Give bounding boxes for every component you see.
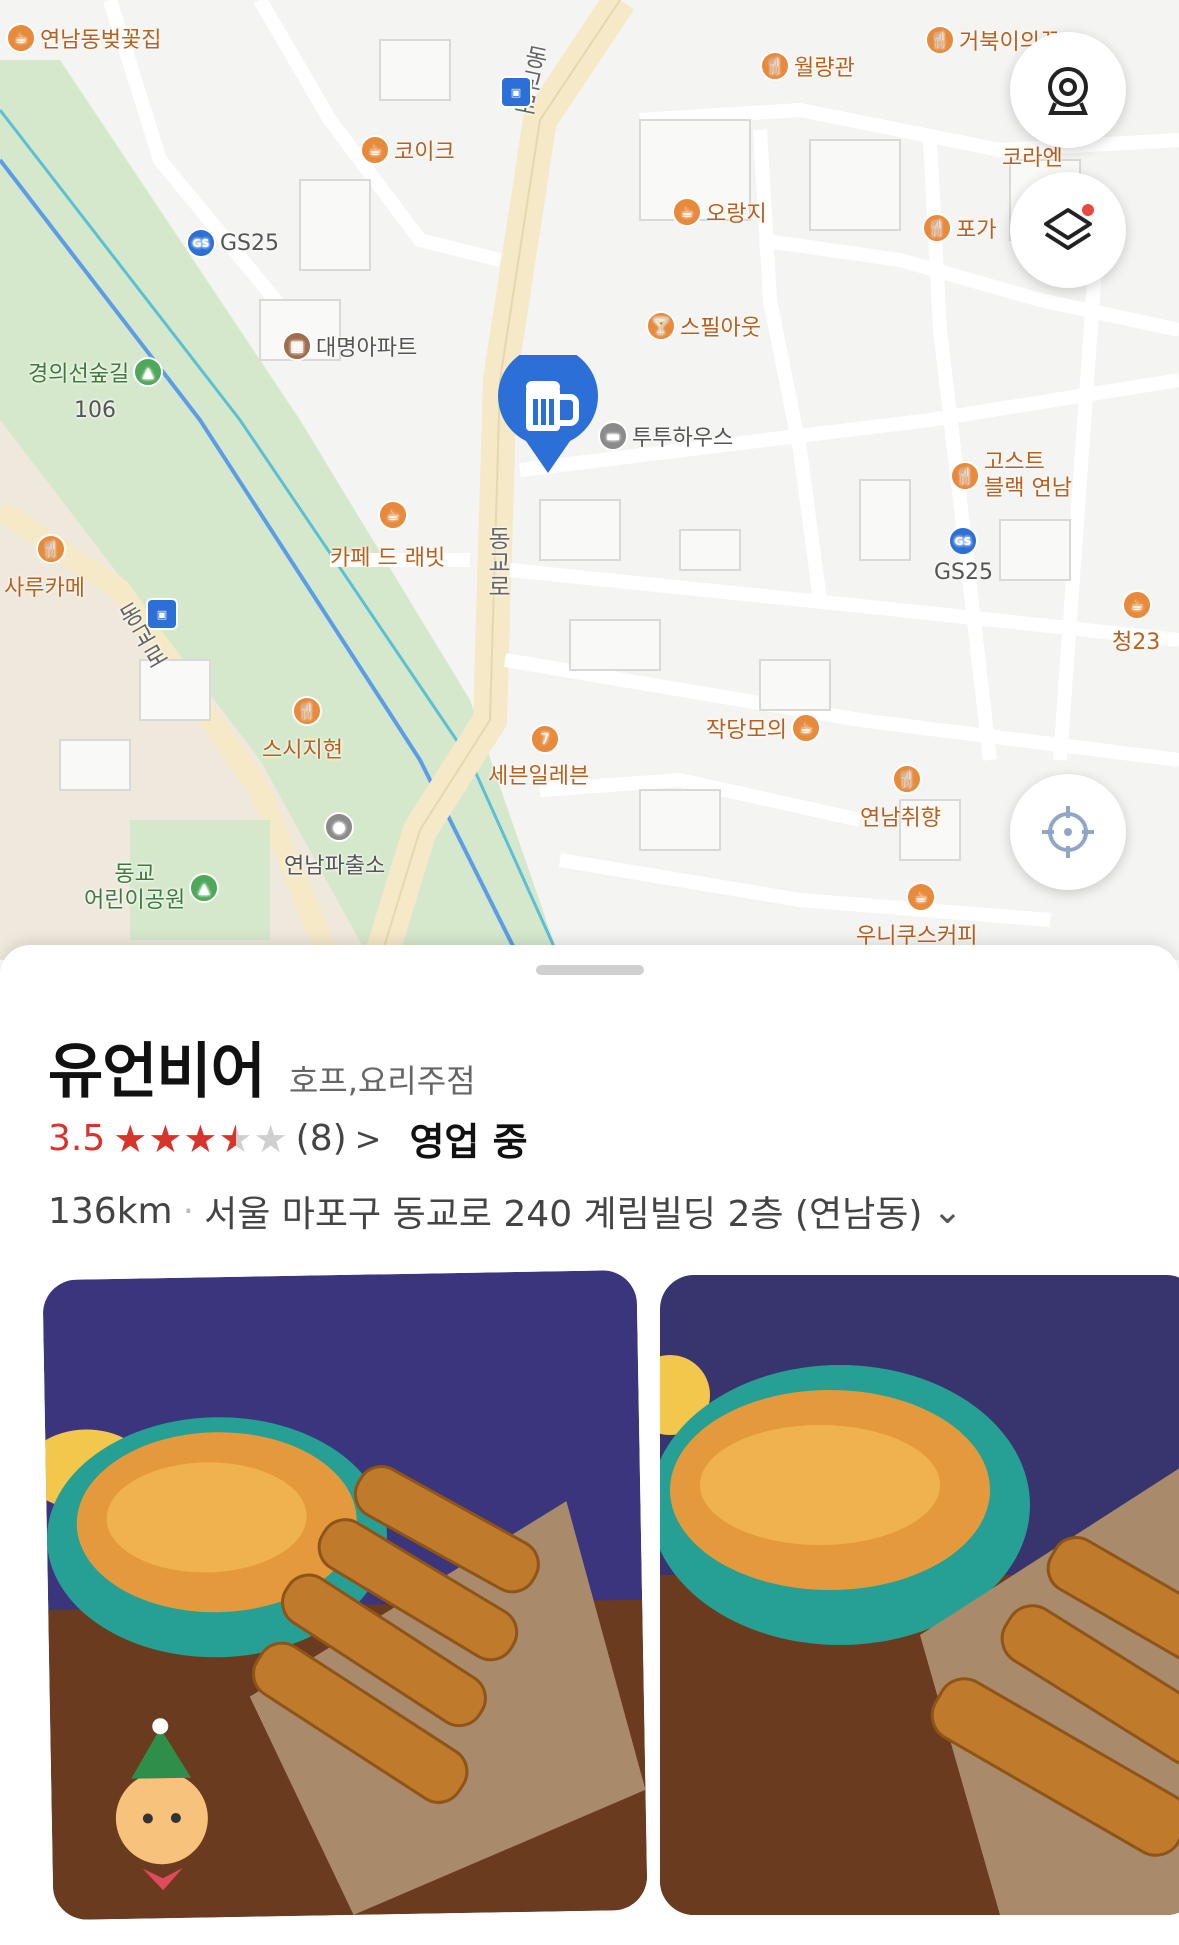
place-bottom-sheet[interactable]: 유언비어 호프,요리주점 3.5 ★ ★ ★ ★ ★ (8) > 영업 중 136km … <box>0 945 1179 1945</box>
restaurant-icon: 🍴 <box>925 25 955 55</box>
cafe-icon: ☕ <box>906 882 936 912</box>
cafe-icon: ☕ <box>378 500 408 530</box>
apartment-icon: ▦ <box>282 331 312 361</box>
convenience-store-icon: 7 <box>530 724 560 754</box>
separator-dot: · <box>182 1190 195 1232</box>
poi-ghost-black[interactable]: 🍴 고스트 블랙 연남 <box>950 450 1072 502</box>
review-count[interactable]: (8) <box>296 1118 347 1159</box>
bus-stop-icon[interactable]: ▣ <box>500 76 532 108</box>
police-icon: ● <box>324 812 354 842</box>
star-icon: ★ <box>113 1116 148 1161</box>
park-icon: ▲ <box>133 357 164 387</box>
chevron-right-icon[interactable]: > <box>355 1120 382 1158</box>
restaurant-icon: 🍴 <box>950 461 980 491</box>
cafe-icon: ☕ <box>672 197 702 227</box>
restaurant-icon: 🍴 <box>760 51 790 81</box>
business-status: 영업 중 <box>409 1120 528 1164</box>
sheet-drag-handle[interactable] <box>536 965 644 975</box>
poi-donggyo-playground[interactable]: 동교 어린이공원 ▲ <box>84 862 220 914</box>
road-label-donggyo: 동교로 <box>483 526 511 598</box>
rating-row[interactable]: 3.5 ★ ★ ★ ★ ★ (8) > 영업 중 <box>48 1111 528 1166</box>
star-icon: ★ <box>218 1116 253 1161</box>
food-photo <box>42 1269 648 1921</box>
layers-button[interactable] <box>1010 172 1126 288</box>
poi-orangji[interactable]: ☕ 오랑지 <box>672 196 767 228</box>
convenience-store-icon: GS <box>186 228 216 258</box>
bar-icon: 🍸 <box>646 311 676 341</box>
address: 서울 마포구 동교로 240 계림빌딩 2층 (연남동) <box>204 1194 923 1235</box>
place-header: 유언비어 호프,요리주점 <box>48 1023 476 1110</box>
locate-me-button[interactable] <box>1010 774 1126 890</box>
crosshair-icon <box>1042 806 1094 858</box>
chevron-down-icon[interactable]: ⌄ <box>932 1191 962 1232</box>
restaurant-icon: 🍴 <box>892 764 922 794</box>
poi-police-station[interactable]: ● 연남파출소 <box>284 812 385 880</box>
distance: 136km <box>48 1190 173 1232</box>
poi-wolryanggwan[interactable]: 🍴 월량관 <box>760 50 855 82</box>
beer-mug-icon[interactable] <box>496 355 600 475</box>
cafe-icon: ☕ <box>790 713 821 743</box>
poi-jakdangmoui[interactable]: 작당모의 ☕ <box>706 712 821 744</box>
cctv-icon <box>1048 67 1088 115</box>
lodging-icon: ▬ <box>598 421 628 451</box>
place-name[interactable]: 유언비어 <box>48 1023 266 1110</box>
star-icon: ★ <box>253 1116 288 1161</box>
poi-spillout[interactable]: 🍸 스필아웃 <box>646 310 761 342</box>
cctv-button[interactable] <box>1010 32 1126 148</box>
restaurant-icon: 🍴 <box>292 696 322 726</box>
poi-cafe-de-rabbit[interactable]: ☕ 카페 드 래빗 <box>330 500 445 572</box>
poi-koike[interactable]: ☕ 코이크 <box>360 134 455 166</box>
poi-gs25-west[interactable]: GS GS25 <box>186 228 279 258</box>
restaurant-icon: 🍴 <box>922 213 952 243</box>
layers-icon <box>1044 204 1094 250</box>
poi-yeonnam-chwihyang[interactable]: 🍴 연남취향 <box>860 764 941 832</box>
poi-tutu-house[interactable]: ▬ 투투하우스 <box>598 420 733 452</box>
place-photo-2[interactable] <box>660 1275 1179 1915</box>
poi-seven-eleven[interactable]: 7 세븐일레븐 <box>488 724 589 790</box>
address-row[interactable]: 136km · 서울 마포구 동교로 240 계림빌딩 2층 (연남동) ⌄ <box>48 1185 963 1237</box>
rating-value: 3.5 <box>48 1118 106 1159</box>
poi-poga[interactable]: 🍴 포가 <box>922 212 996 244</box>
map-view[interactable]: ☕ 연남동벚꽃집 🍴 월량관 🍴 거북이의꿈 ☕ 코이크 코라엔 ☕ 오랑지 🍴 포가 GS… <box>0 0 1179 960</box>
restaurant-icon: 🍴 <box>36 534 66 564</box>
food-photo <box>660 1275 1179 1915</box>
star-icon: ★ <box>183 1116 218 1161</box>
cafe-icon: ☕ <box>1122 590 1152 620</box>
poi-sarukame[interactable]: 🍴 사루카메 <box>4 534 85 602</box>
rating-stars: ★ ★ ★ ★ ★ <box>113 1120 287 1158</box>
bus-stop-icon[interactable]: ▣ <box>146 598 178 630</box>
poi-gs25-east[interactable]: GS GS25 <box>934 526 993 585</box>
cafe-icon: ☕ <box>360 135 390 165</box>
number-106: 106 <box>74 398 116 423</box>
place-category: 호프,요리주점 <box>288 1062 476 1100</box>
poi-gyeongui-forest[interactable]: 경의선숲길 ▲ <box>28 356 164 388</box>
convenience-store-icon: GS <box>948 526 978 556</box>
poi-sushi-jihyeon[interactable]: 🍴 스시지현 <box>262 696 343 764</box>
poi-cherry-house[interactable]: ☕ 연남동벚꽃집 <box>6 22 161 54</box>
place-photo-1[interactable] <box>42 1269 648 1921</box>
cafe-icon: ☕ <box>6 23 36 53</box>
poi-daemyung-apt[interactable]: ▦ 대명아파트 <box>282 330 417 362</box>
park-icon: ▲ <box>189 873 220 903</box>
star-icon: ★ <box>148 1116 183 1161</box>
poi-cheong23[interactable]: ☕ 청23 <box>1112 590 1160 656</box>
